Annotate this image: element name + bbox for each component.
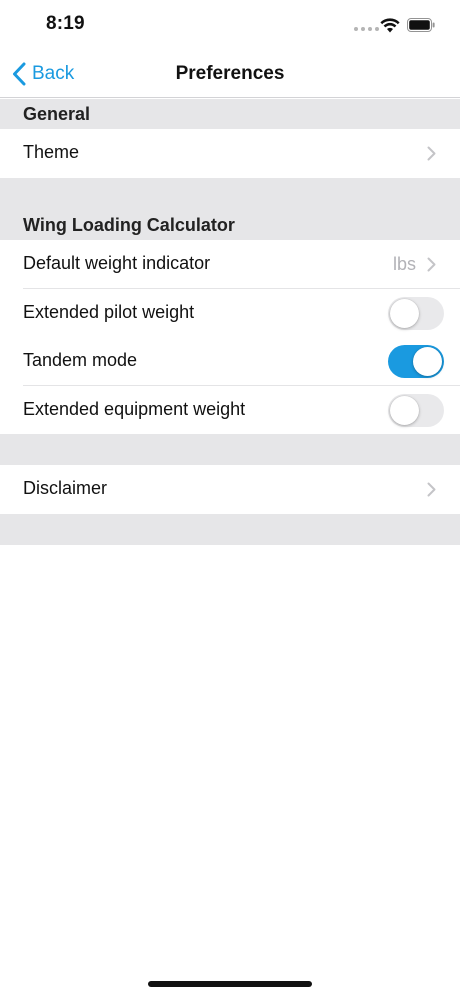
tandem-mode-row: Tandem mode: [0, 337, 460, 386]
wifi-icon: [380, 18, 400, 33]
page-title: Preferences: [175, 63, 285, 84]
extended-pilot-weight-toggle[interactable]: [388, 297, 444, 330]
toggle-knob: [413, 347, 442, 376]
section-header-label: General: [23, 104, 91, 124]
cellular-dots-icon: [354, 27, 379, 31]
navigation-bar: Back Preferences: [0, 50, 460, 98]
default-weight-label: Default weight indicator: [23, 253, 211, 273]
status-time: 8:19: [46, 13, 85, 34]
theme-label: Theme: [23, 142, 80, 162]
extended-pilot-weight-label: Extended pilot weight: [23, 302, 195, 322]
default-weight-value: lbs: [392, 254, 416, 274]
battery-icon: [407, 18, 435, 32]
disclaimer-row[interactable]: Disclaimer: [0, 465, 460, 514]
chevron-right-icon: [427, 257, 436, 272]
section-header-label: Wing Loading Calculator: [23, 215, 235, 235]
disclaimer-label: Disclaimer: [23, 478, 108, 498]
section-header-wing-loading: Wing Loading Calculator: [0, 178, 460, 240]
tandem-mode-toggle[interactable]: [388, 345, 444, 378]
extended-equipment-weight-label: Extended equipment weight: [23, 399, 246, 419]
section-spacer: [0, 434, 460, 465]
status-bar: 8:19: [0, 0, 460, 50]
extended-pilot-weight-row: Extended pilot weight: [0, 289, 460, 338]
section-footer: [0, 514, 460, 545]
theme-row[interactable]: Theme: [0, 129, 460, 178]
toggle-knob: [390, 396, 419, 425]
home-indicator[interactable]: [148, 981, 312, 987]
default-weight-row[interactable]: Default weight indicator lbs: [0, 240, 460, 289]
extended-equipment-weight-row: Extended equipment weight: [0, 386, 460, 435]
chevron-right-icon: [427, 482, 436, 497]
chevron-right-icon: [427, 146, 436, 161]
toggle-knob: [390, 299, 419, 328]
extended-equipment-weight-toggle[interactable]: [388, 394, 444, 427]
section-header-general: General: [0, 99, 460, 129]
tandem-mode-label: Tandem mode: [23, 350, 138, 370]
